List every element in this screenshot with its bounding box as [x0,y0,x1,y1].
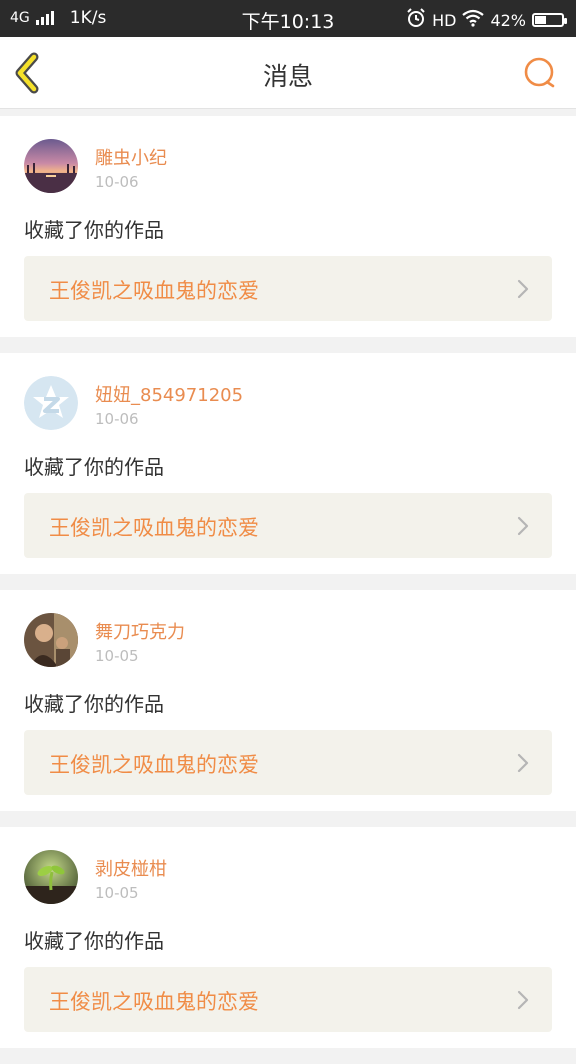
page-title: 消息 [262,62,313,91]
battery-fill [535,16,546,24]
work-title: 王俊凯之吸血鬼的恋爱 [49,753,259,777]
search-icon [524,57,555,88]
message-card: 剥皮椪柑 10-05 收藏了你的作品 王俊凯之吸血鬼的恋爱 [0,827,576,1048]
status-bar: 4G 1K/s 下午10:13 HD 42% [0,0,576,37]
work-title: 王俊凯之吸血鬼的恋爱 [49,279,259,303]
sunset-photo-avatar[interactable] [24,139,78,193]
chevron-right-icon [517,990,529,1010]
chevron-right-icon [517,753,529,773]
message-time: 10-06 [95,173,139,191]
message-time: 10-05 [95,884,139,902]
work-title: 王俊凯之吸血鬼的恋爱 [49,990,259,1014]
wifi-icon [462,9,485,31]
message-time: 10-06 [95,410,139,428]
action-text: 收藏了你的作品 [24,218,164,242]
work-link[interactable]: 王俊凯之吸血鬼的恋爱 [24,256,552,321]
alarm-icon [406,8,426,32]
hd-label: HD [432,10,457,30]
work-link[interactable]: 王俊凯之吸血鬼的恋爱 [24,967,552,1032]
chevron-right-icon [517,516,529,536]
battery-percent: 42% [490,10,526,30]
user-name[interactable]: 舞刀巧克力 [95,618,185,644]
message-card: 舞刀巧克力 10-05 收藏了你的作品 王俊凯之吸血鬼的恋爱 [0,590,576,811]
user-name[interactable]: 雕虫小纪 [95,144,167,170]
work-title: 王俊凯之吸血鬼的恋爱 [49,516,259,540]
battery-icon [532,13,567,27]
status-right: HD 42% [406,8,567,32]
message-card: 妞妞_854971205 10-06 收藏了你的作品 王俊凯之吸血鬼的恋爱 [0,353,576,574]
chevron-right-icon [517,279,529,299]
people-photo-avatar[interactable] [24,613,78,667]
message-time: 10-05 [95,647,139,665]
message-card: 雕虫小纪 10-06 收藏了你的作品 王俊凯之吸血鬼的恋爱 [0,116,576,337]
default-q-avatar[interactable] [24,376,78,430]
work-link[interactable]: 王俊凯之吸血鬼的恋爱 [24,493,552,558]
action-text: 收藏了你的作品 [24,455,164,479]
action-text: 收藏了你的作品 [24,692,164,716]
header: 消息 [0,37,576,109]
user-name[interactable]: 妞妞_854971205 [95,381,243,407]
action-text: 收藏了你的作品 [24,929,164,953]
sprout-photo-avatar[interactable] [24,850,78,904]
user-name[interactable]: 剥皮椪柑 [95,855,167,881]
search-button[interactable] [520,53,560,93]
work-link[interactable]: 王俊凯之吸血鬼的恋爱 [24,730,552,795]
message-list: 雕虫小纪 10-06 收藏了你的作品 王俊凯之吸血鬼的恋爱 妞妞_8549712… [0,116,576,1064]
